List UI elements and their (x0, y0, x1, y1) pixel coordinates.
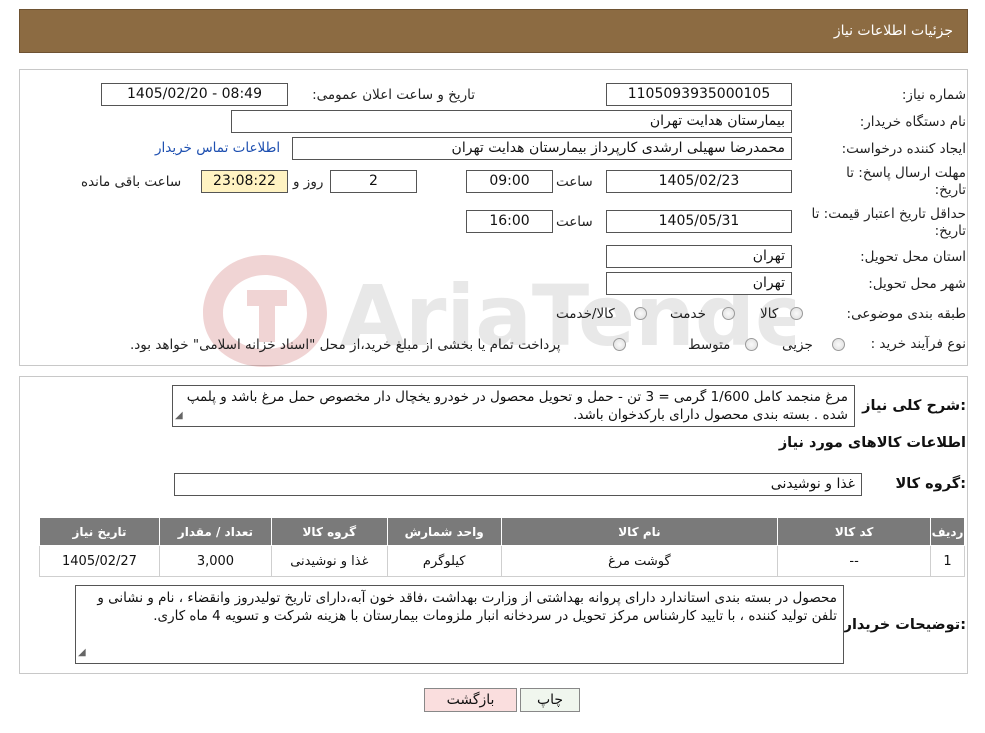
validity-date-field: 1405/05/31 (606, 210, 792, 233)
announce-label: تاریخ و ساعت اعلان عمومی: (312, 87, 475, 103)
page-header: جزئیات اطلاعات نیاز (19, 9, 968, 53)
goods-group-label: گروه کالا: (895, 476, 966, 492)
validity-time-label: ساعت (556, 214, 593, 230)
cell-group: غذا و نوشیدنی (270, 545, 388, 577)
city-field: تهران (606, 272, 792, 295)
deadline-date-field: 1405/02/23 (606, 170, 792, 193)
validity-label: حداقل تاریخ اعتبار قیمت: تا (811, 206, 966, 222)
buyer-contact-link[interactable]: اطلاعات تماس خریدار (155, 140, 280, 156)
category-option-goods-service: کالا/خدمت (556, 306, 615, 322)
province-field: تهران (606, 245, 792, 268)
validity-time-field: 16:00 (466, 210, 553, 233)
goods-group-field: غذا و نوشیدنی (174, 473, 862, 496)
cell-row-number: 1 (930, 545, 965, 577)
col-row-header: ردیف (930, 517, 965, 546)
validity-label-2: تاریخ: (934, 223, 966, 239)
province-label: استان محل تحویل: (860, 249, 966, 265)
process-label: نوع فرآیند خرید : (870, 336, 966, 352)
category-option-service: خدمت (670, 306, 706, 322)
category-radio-goods[interactable] (790, 307, 803, 320)
process-radio-medium[interactable] (745, 338, 758, 351)
creator-field: محمدرضا سهیلی ارشدی کارپرداز بیمارستان ه… (292, 137, 792, 160)
city-label: شهر محل تحویل: (868, 276, 966, 292)
col-unit-header: واحد شمارش (386, 517, 502, 546)
buyer-notes-label: توضیحات خریدار: (843, 617, 966, 633)
announce-field: 1405/02/20 - 08:49 (101, 83, 288, 106)
days-label: روز و (293, 174, 324, 190)
deadline-time-label: ساعت (556, 174, 593, 190)
category-label: طبقه بندی موضوعی: (846, 306, 966, 322)
back-button[interactable]: بازگشت (424, 688, 517, 712)
category-option-goods: کالا (760, 306, 779, 322)
process-treasury-checkbox[interactable] (613, 338, 626, 351)
cell-unit: کیلوگرم (386, 545, 502, 577)
cell-quantity: 3,000 (158, 545, 272, 577)
col-qty-header: تعداد / مقدار (158, 517, 272, 546)
process-radio-minor[interactable] (832, 338, 845, 351)
process-option-minor: جزیی (782, 337, 813, 353)
cell-code: -- (777, 545, 932, 577)
buyer-notes-text: محصول در بسته بندی استاندارد دارای پروان… (97, 590, 837, 624)
creator-label: ایجاد کننده درخواست: (841, 141, 966, 157)
category-radio-service[interactable] (722, 307, 735, 320)
table-row: 1 -- گوشت مرغ کیلوگرم غذا و نوشیدنی 3,00… (39, 545, 965, 577)
col-group-header: گروه کالا (270, 517, 388, 546)
goods-table-header: ردیف کد کالا نام کالا واحد شمارش گروه کا… (39, 517, 965, 546)
resize-handle-icon[interactable]: ◢ (78, 644, 86, 662)
need-number-label: شماره نیاز: (901, 87, 966, 103)
col-code-header: کد کالا (777, 517, 932, 546)
summary-label: شرح کلی نیاز: (862, 398, 966, 414)
remaining-label: ساعت باقی مانده (81, 174, 182, 190)
days-field: 2 (330, 170, 417, 193)
page-title: جزئیات اطلاعات نیاز (833, 23, 953, 39)
process-option-medium: متوسط (688, 337, 731, 353)
deadline-label-2: تاریخ: (934, 182, 966, 198)
goods-table: ردیف کد کالا نام کالا واحد شمارش گروه کا… (39, 517, 965, 577)
summary-text: مرغ منجمد کامل 1/600 گرمی = 3 تن - حمل و… (186, 389, 848, 423)
cell-need-date: 1405/02/27 (39, 545, 160, 577)
resize-handle-icon[interactable]: ◢ (175, 407, 183, 425)
summary-textarea[interactable]: مرغ منجمد کامل 1/600 گرمی = 3 تن - حمل و… (172, 385, 855, 427)
buyer-org-field: بیمارستان هدایت تهران (231, 110, 792, 133)
deadline-label: مهلت ارسال پاسخ: تا (846, 165, 966, 181)
need-number-field: 1105093935000105 (606, 83, 792, 106)
process-treasury-note: پرداخت تمام یا بخشی از مبلغ خرید،از محل … (130, 337, 561, 353)
deadline-time-field: 09:00 (466, 170, 553, 193)
buyer-notes-textarea[interactable]: محصول در بسته بندی استاندارد دارای پروان… (75, 585, 844, 664)
goods-info-title: اطلاعات کالاهای مورد نیاز (778, 435, 966, 451)
print-button[interactable]: چاپ (520, 688, 580, 712)
cell-name: گوشت مرغ (500, 545, 779, 577)
buyer-org-label: نام دستگاه خریدار: (859, 114, 966, 130)
category-radio-goods-service[interactable] (634, 307, 647, 320)
col-date-header: تاریخ نیاز (39, 517, 160, 546)
remaining-time-field: 23:08:22 (201, 170, 288, 193)
col-name-header: نام کالا (500, 517, 779, 546)
